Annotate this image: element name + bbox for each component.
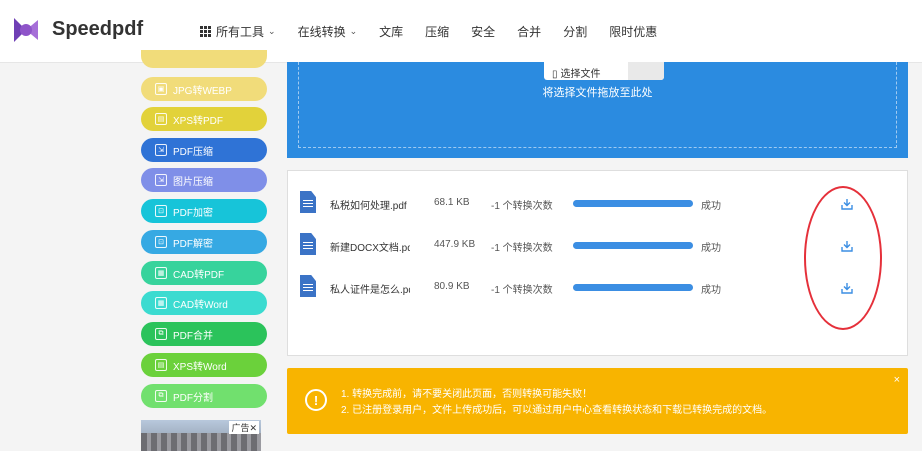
sidebar-item-pdf-decrypt[interactable]: ⊡ PDF解密 bbox=[141, 230, 267, 254]
main-nav: 所有工具 ⌄ 在线转换 ⌄ 文库 压缩 安全 合并 分割 限时优惠 bbox=[200, 0, 679, 62]
chevron-down-icon: ⌄ bbox=[349, 25, 358, 36]
lock-icon: ⊡ bbox=[155, 205, 167, 217]
cad-icon: ▦ bbox=[155, 297, 167, 309]
file-size: 80.9 KB bbox=[434, 281, 470, 292]
unlock-icon: ⊡ bbox=[155, 236, 167, 248]
file-icon: ▯ bbox=[552, 69, 558, 80]
sidebar-item-label: XPS转Word bbox=[173, 361, 227, 373]
progress-bar bbox=[573, 242, 693, 249]
nav-library[interactable]: 文库 bbox=[379, 23, 403, 40]
select-file-label: 选择文件 bbox=[560, 69, 601, 80]
sidebar-item-label: PDF解密 bbox=[173, 238, 213, 250]
select-file-button[interactable]: ▯ 选择文件 bbox=[544, 62, 664, 80]
sidebar-item-label: PDF压缩 bbox=[173, 146, 213, 158]
split-icon: ⧉ bbox=[155, 390, 167, 402]
sidebar-item-pdf-encrypt[interactable]: ⊡ PDF加密 bbox=[141, 199, 267, 223]
drop-hint-text: 将选择文件拖放至此处 bbox=[542, 87, 653, 99]
pdf-file-icon bbox=[300, 275, 316, 297]
notice-text: 1. 转换完成前，请不要关闭此页面，否则转换可能失败！ 2. 已注册登录用户，文… bbox=[341, 387, 772, 419]
status-text: 成功 bbox=[701, 285, 721, 296]
nav-merge[interactable]: 合并 bbox=[517, 23, 541, 40]
file-size: 68.1 KB bbox=[434, 197, 470, 208]
status-text: 成功 bbox=[701, 201, 721, 212]
upload-dropzone[interactable]: ▯ 选择文件 将选择文件拖放至此处 bbox=[287, 62, 908, 158]
sidebar-item-cad-to-word[interactable]: ▦ CAD转Word bbox=[141, 291, 267, 315]
sidebar-item-image-compress[interactable]: ⇲ 图片压缩 bbox=[141, 168, 267, 192]
sidebar-item-label: PDF加密 bbox=[173, 207, 213, 219]
nav-online-convert[interactable]: 在线转换 ⌄ bbox=[298, 23, 358, 40]
cad-icon: ▦ bbox=[155, 267, 167, 279]
advertisement-banner[interactable]: 广告✕ bbox=[141, 420, 261, 451]
select-file-label-wrap: ▯ 选择文件 bbox=[544, 62, 626, 80]
conversion-count: -1 个转换次数 bbox=[491, 243, 553, 254]
nav-promotion[interactable]: 限时优惠 bbox=[609, 23, 657, 40]
warning-icon: ! bbox=[305, 389, 327, 411]
sidebar-item-cad-to-pdf[interactable]: ▦ CAD转PDF bbox=[141, 261, 267, 285]
nav-split[interactable]: 分割 bbox=[563, 23, 587, 40]
ad-image bbox=[141, 433, 261, 451]
sidebar-item-pdf-merge[interactable]: ⧉ PDF合并 bbox=[141, 322, 267, 346]
sidebar-item-label: CAD转Word bbox=[173, 299, 228, 311]
warning-notice: ! 1. 转换完成前，请不要关闭此页面，否则转换可能失败！ 2. 已注册登录用户… bbox=[287, 368, 908, 434]
progress-fill bbox=[573, 242, 693, 249]
sidebar-item-label: 图片压缩 bbox=[173, 176, 213, 188]
status-text: 成功 bbox=[701, 243, 721, 254]
sidebar-item-jpg-to-webp[interactable]: ▣ JPG转WEBP bbox=[141, 77, 267, 101]
file-name: 私税如何处理.pdf bbox=[330, 201, 407, 212]
notice-line-1: 1. 转换完成前，请不要关闭此页面，否则转换可能失败！ bbox=[341, 389, 593, 400]
document-icon: ▤ bbox=[155, 113, 167, 125]
red-highlight-annotation bbox=[804, 186, 882, 330]
speedpdf-logo-icon[interactable] bbox=[10, 14, 42, 46]
nav-compress[interactable]: 压缩 bbox=[425, 23, 449, 40]
nav-all-tools-label: 所有工具 bbox=[216, 24, 265, 39]
nav-online-convert-label: 在线转换 bbox=[297, 24, 346, 39]
image-compress-icon: ⇲ bbox=[155, 174, 167, 186]
file-name: 新建DOCX文档.pdf bbox=[330, 243, 410, 254]
notice-line-2: 2. 已注册登录用户，文件上传成功后，可以通过用户中心查看转换状态和下载已转换完… bbox=[341, 405, 773, 416]
pdf-file-icon bbox=[300, 191, 316, 213]
file-name: 私人证件是怎么.pdf bbox=[330, 285, 410, 296]
sidebar-item-label: PDF合并 bbox=[173, 330, 213, 342]
sidebar-item-label: PDF分割 bbox=[173, 392, 213, 404]
image-icon: ▣ bbox=[155, 83, 167, 95]
sidebar-item-partial[interactable] bbox=[141, 50, 267, 68]
nav-security[interactable]: 安全 bbox=[471, 23, 495, 40]
sidebar-item-label: JPG转WEBP bbox=[173, 85, 232, 97]
sidebar-item-xps-to-word[interactable]: ▤ XPS转Word bbox=[141, 353, 267, 377]
progress-fill bbox=[573, 284, 693, 291]
select-source-dropdown[interactable] bbox=[628, 62, 664, 80]
nav-all-tools[interactable]: 所有工具 ⌄ bbox=[200, 23, 276, 40]
document-icon: ▤ bbox=[155, 359, 167, 371]
chevron-down-icon: ⌄ bbox=[268, 25, 276, 36]
sidebar-item-pdf-compress[interactable]: ⇲ PDF压缩 bbox=[141, 138, 267, 162]
conversion-count: -1 个转换次数 bbox=[491, 285, 553, 296]
top-header: Speedpdf 所有工具 ⌄ 在线转换 ⌄ 文库 压缩 安全 合并 分割 限时… bbox=[0, 0, 922, 63]
progress-bar bbox=[573, 284, 693, 291]
ad-label[interactable]: 广告✕ bbox=[229, 421, 259, 434]
conversion-count: -1 个转换次数 bbox=[491, 201, 553, 212]
brand-name[interactable]: Speedpdf bbox=[52, 18, 143, 41]
close-icon[interactable]: × bbox=[894, 374, 900, 386]
pdf-file-icon bbox=[300, 233, 316, 255]
compress-icon: ⇲ bbox=[155, 144, 167, 156]
progress-fill bbox=[573, 200, 693, 207]
sidebar-item-pdf-split[interactable]: ⧉ PDF分割 bbox=[141, 384, 267, 408]
sidebar-item-xps-to-pdf[interactable]: ▤ XPS转PDF bbox=[141, 107, 267, 131]
grid-icon bbox=[200, 25, 211, 37]
sidebar-item-label: XPS转PDF bbox=[173, 115, 224, 127]
sidebar-item-label: CAD转PDF bbox=[173, 269, 225, 281]
merge-icon: ⧉ bbox=[155, 328, 167, 340]
progress-bar bbox=[573, 200, 693, 207]
file-size: 447.9 KB bbox=[434, 239, 476, 250]
